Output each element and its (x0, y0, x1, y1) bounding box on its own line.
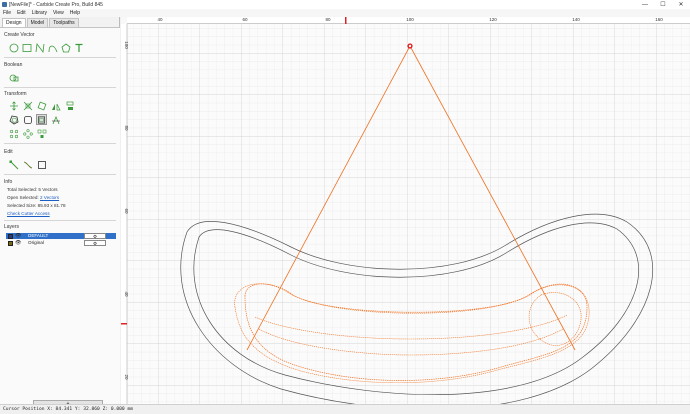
join-icon[interactable] (36, 114, 47, 125)
layer-row-original[interactable]: 👁 Original ⚙ (6, 240, 116, 246)
selected-size-value: 85.93 x 81.78 (37, 203, 66, 208)
section-transform-title: Transform (4, 91, 27, 97)
total-selected-label: Total Selected: (7, 187, 38, 192)
section-info-title: Info (4, 179, 13, 185)
ruler-label-y: 80 (124, 125, 129, 131)
menu-edit[interactable]: Edit (17, 9, 26, 17)
ruler-label-y: 20 (124, 374, 129, 380)
array-icon[interactable] (8, 128, 19, 139)
menu-view[interactable]: View (53, 9, 64, 17)
layer-visibility-eye-icon[interactable]: 👁 (15, 240, 21, 246)
ruler-label-y: 40 (124, 291, 129, 297)
ruler-label-x: 60 (242, 17, 248, 22)
ruler-label-y: 60 (124, 208, 129, 214)
node-edit-icon[interactable] (8, 159, 19, 170)
menu-bar: File Edit Library View Help (0, 9, 690, 17)
section-layers-title: Layers (4, 224, 20, 230)
rectangle-tool-icon[interactable] (21, 42, 32, 53)
rotate-icon[interactable] (36, 100, 47, 111)
design-panel: Create Vector Boolean Transform Edit Inf… (0, 27, 120, 408)
ruler-label-x: 100 (406, 17, 414, 22)
divider (4, 220, 116, 221)
ruler-cursor-marker-x (345, 17, 347, 24)
align-icon[interactable] (64, 100, 75, 111)
open-selected-label: Open Selected: (7, 195, 39, 200)
close-button[interactable]: ✕ (672, 0, 690, 9)
layer-settings-gear-icon[interactable]: ⚙ (84, 233, 106, 239)
section-edit-title: Edit (4, 149, 13, 155)
divider (4, 143, 116, 144)
ruler-label-x: 120 (489, 17, 497, 22)
bounding-box-icon[interactable] (36, 159, 47, 170)
menu-help[interactable]: Help (70, 9, 80, 17)
left-ruler (121, 24, 127, 404)
selected-size-label: Selected Size: (7, 203, 37, 208)
cursor-position: Cursor Position X: 84.341 Y: 32.860 Z: 0… (3, 407, 133, 412)
minimize-button[interactable]: — (636, 0, 654, 9)
fillet-icon[interactable] (22, 114, 33, 125)
text-tool-icon[interactable] (73, 42, 84, 53)
canvas-svg: 40 60 80 100 120 140 160 100 80 60 40 20 (121, 17, 690, 404)
layer-row-default[interactable]: 👁 DEFAULT ⚙ (6, 233, 116, 239)
tab-model[interactable]: Model (26, 18, 49, 27)
trim-icon[interactable] (50, 114, 61, 125)
ruler-cursor-marker-y (121, 323, 127, 325)
circular-array-icon[interactable] (22, 128, 33, 139)
ruler-label-x: 80 (325, 17, 331, 22)
check-cutter-access-link[interactable]: Check Cutter Access (7, 211, 50, 216)
section-create-vector-title: Create Vector (4, 32, 35, 38)
window-title: [NewFile]* - Carbide Create Pro, Build 8… (9, 1, 103, 8)
scale-icon[interactable] (22, 100, 33, 111)
mode-tabs: Design Model Toolpaths (2, 18, 80, 27)
selected-size: Selected Size: 85.93 x 81.78 (7, 203, 66, 208)
boolean-union-icon[interactable] (8, 72, 19, 83)
layer-visibility-eye-icon[interactable]: 👁 (15, 233, 21, 239)
polygon-tool-icon[interactable] (60, 42, 71, 53)
open-selected: Open Selected: 2 Vectors (7, 195, 59, 200)
divider (4, 87, 116, 88)
layer-settings-gear-icon[interactable]: ⚙ (84, 240, 106, 246)
title-bar: [NewFile]* - Carbide Create Pro, Build 8… (0, 0, 690, 9)
maximize-button[interactable]: ☐ (654, 0, 672, 9)
section-boolean-title: Boolean (4, 62, 23, 68)
open-selected-link[interactable]: 2 Vectors (40, 195, 59, 200)
divider (4, 174, 116, 175)
status-bar: Cursor Position X: 84.341 Y: 32.860 Z: 0… (0, 404, 690, 414)
design-canvas[interactable]: 40 60 80 100 120 140 160 100 80 60 40 20 (121, 17, 690, 404)
layer-color-swatch[interactable] (8, 233, 13, 239)
polyline-tool-icon[interactable] (34, 42, 45, 53)
ruler-label-x: 40 (157, 17, 163, 22)
ruler-label-x: 160 (655, 17, 663, 22)
layer-color-swatch[interactable] (8, 240, 13, 246)
mirror-icon[interactable] (50, 100, 61, 111)
app-logo-icon (2, 1, 7, 7)
circle-tool-icon[interactable] (8, 42, 19, 53)
offset-icon[interactable] (8, 114, 19, 125)
menu-file[interactable]: File (3, 9, 11, 17)
total-selected: Total Selected: 5 Vectors (7, 187, 58, 192)
tab-toolpaths[interactable]: Toolpaths (49, 18, 79, 27)
layer-name: DEFAULT (28, 233, 49, 238)
tab-design[interactable]: Design (2, 18, 26, 27)
curve-tool-icon[interactable] (47, 42, 58, 53)
move-icon[interactable] (8, 100, 19, 111)
canvas-grid (127, 24, 690, 404)
total-selected-value: 5 Vectors (38, 187, 58, 192)
left-sidebar: Design Model Toolpaths Create Vector Boo… (0, 17, 120, 408)
menu-library[interactable]: Library (32, 9, 47, 17)
smooth-icon[interactable] (22, 159, 33, 170)
window-controls: — ☐ ✕ (636, 0, 690, 9)
ruler-label-y: 100 (124, 41, 129, 49)
distribute-icon[interactable] (36, 128, 47, 139)
ruler-label-x: 140 (572, 17, 580, 22)
divider (4, 57, 116, 58)
layer-name: Original (28, 240, 44, 245)
